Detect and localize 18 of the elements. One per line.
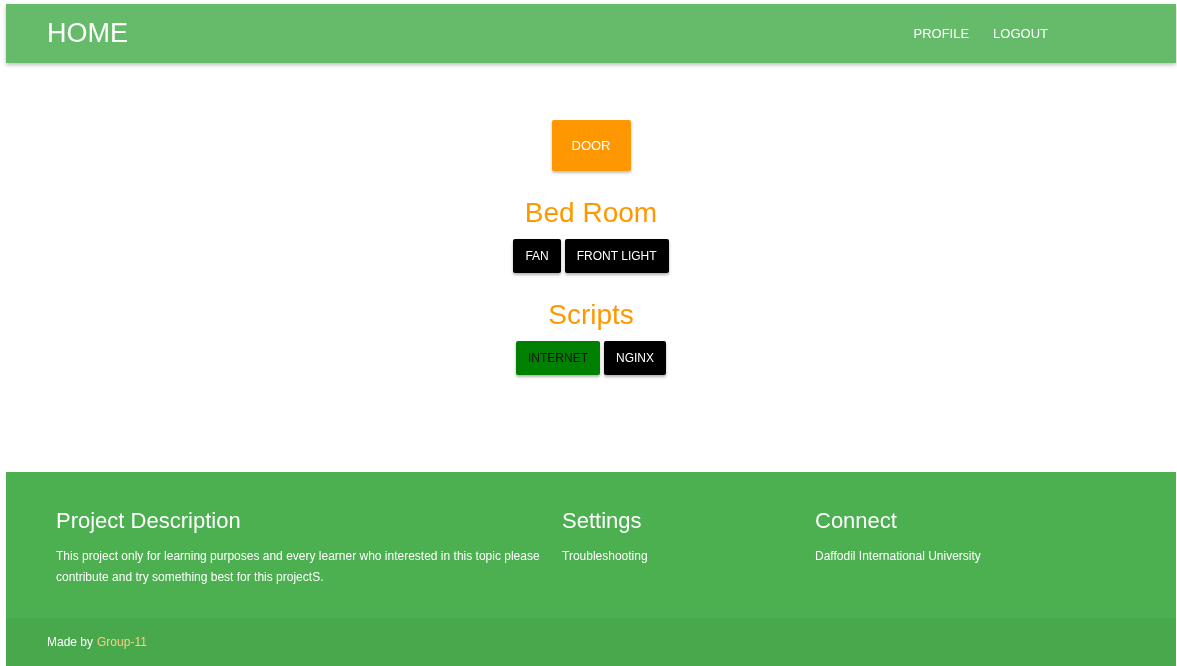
footer-description: This project only for learning purposes and every learner who interested in this topic please contribute and try something best for this projectS. xyxy=(56,548,541,586)
footer-heading: Project Description xyxy=(56,508,241,534)
footer-link[interactable]: Daffodil International University xyxy=(815,546,981,567)
toggle-button[interactable]: FAN xyxy=(513,239,561,273)
nav-link[interactable]: LOGOUT xyxy=(993,26,1048,41)
section-title: Scripts xyxy=(548,299,634,331)
section-title: Bed Room xyxy=(524,197,658,229)
group-link[interactable]: Group-11 xyxy=(97,635,147,649)
footer-link[interactable]: Troubleshooting xyxy=(562,546,648,567)
toggle-button[interactable]: FRONT LIGHT xyxy=(564,239,669,273)
toggle-button[interactable]: NGINX xyxy=(604,341,666,375)
nav-link[interactable]: PROFILE xyxy=(913,26,970,41)
brand-link[interactable]: HOME xyxy=(47,18,128,49)
door-button[interactable]: DOOR xyxy=(551,120,631,171)
footer-heading: Connect xyxy=(815,508,897,534)
toggle-button[interactable]: INTERNET xyxy=(516,341,600,375)
copyright-text: Made by xyxy=(47,635,94,649)
footer-heading: Settings xyxy=(562,508,642,534)
